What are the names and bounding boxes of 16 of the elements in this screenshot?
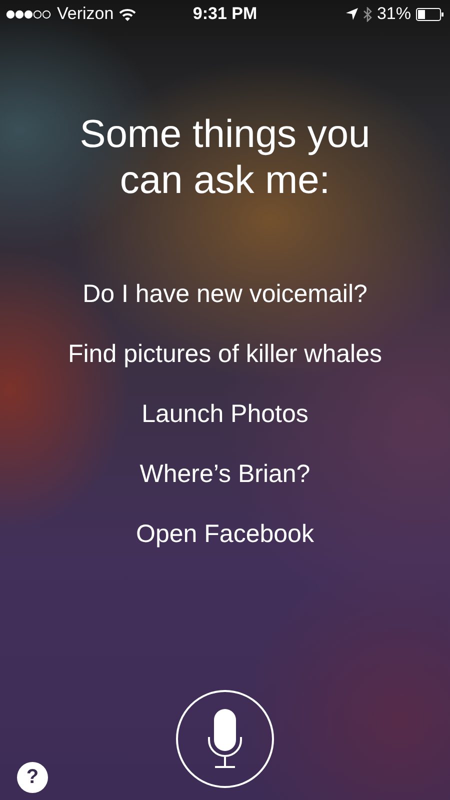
suggestion-text: Where’s Brian? <box>140 459 310 490</box>
battery-icon <box>416 8 444 20</box>
suggestion-text: Open Facebook <box>136 519 314 550</box>
microphone-icon <box>207 709 243 769</box>
help-button[interactable]: ? <box>17 762 48 793</box>
carrier-name: Verizon <box>57 4 114 24</box>
suggestion-text: Find pictures of killer whales <box>68 339 382 370</box>
suggestion-text: Do I have new voicemail? <box>82 279 368 310</box>
wifi-icon <box>118 8 136 20</box>
location-arrow-icon <box>346 8 358 20</box>
microphone-button[interactable] <box>176 690 274 788</box>
status-time: 9:31 PM <box>192 4 258 24</box>
suggestion-text: Launch Photos <box>142 399 308 430</box>
heading: Some things you can ask me: <box>78 112 372 204</box>
signal-icon <box>6 10 52 18</box>
battery-percent: 31% <box>376 4 411 24</box>
